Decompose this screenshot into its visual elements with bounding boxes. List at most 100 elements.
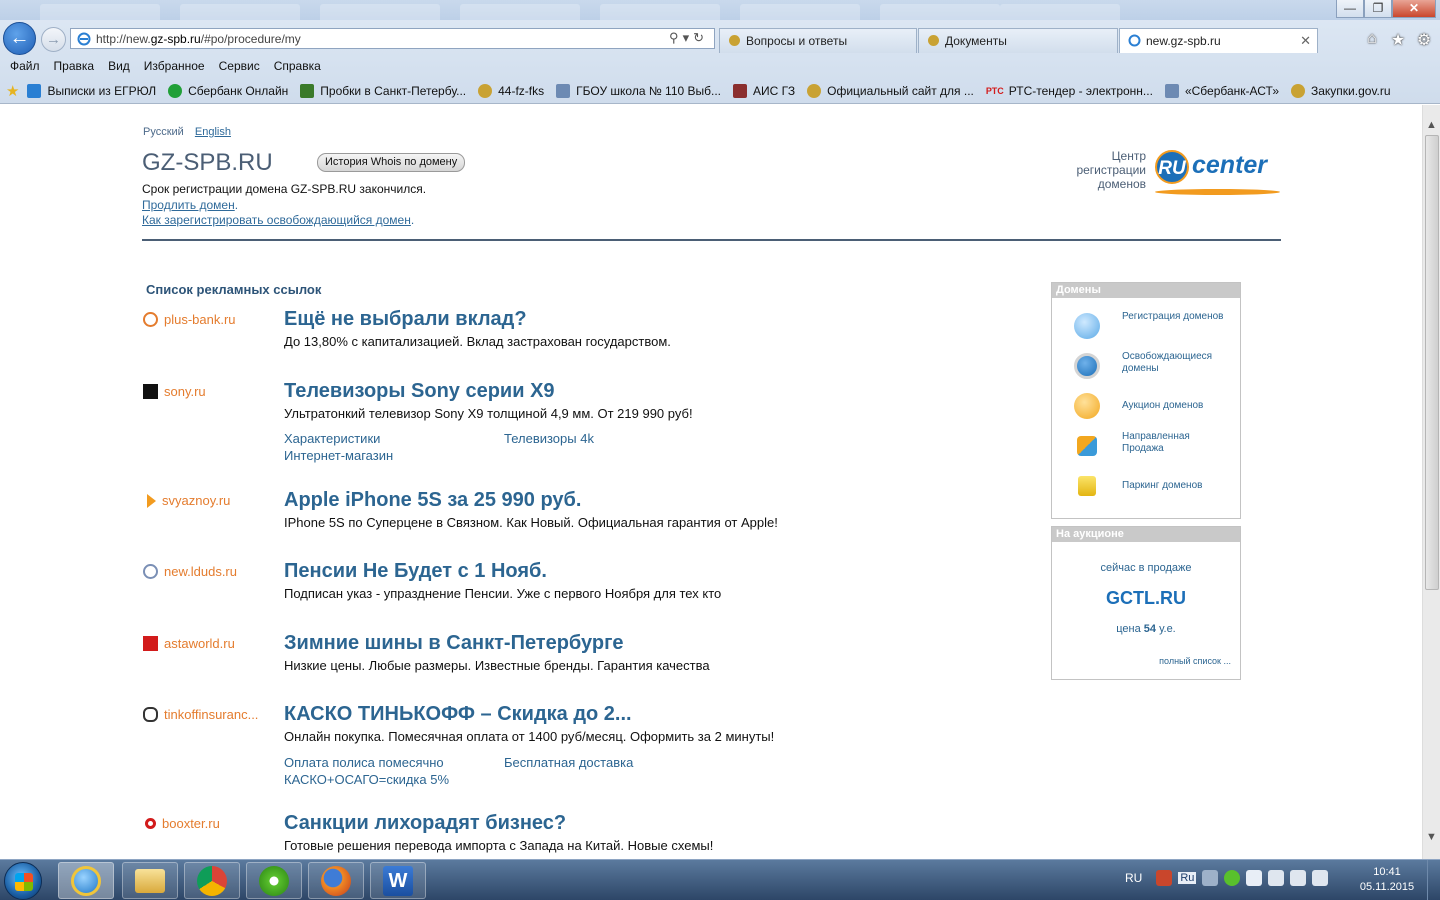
service-releasing-domains[interactable]: Освобождающиеся домены [1064, 351, 1234, 381]
tray-app-icon[interactable] [1202, 870, 1219, 886]
close-window-button[interactable]: ✕ [1392, 0, 1436, 18]
auction-panel-header: На аукционе [1052, 527, 1240, 542]
favorite-sberbank-ast[interactable]: «Сбербанк-АСТ» [1164, 84, 1279, 98]
forward-button[interactable]: → [41, 27, 66, 52]
service-auction[interactable]: Аукцион доменов [1064, 391, 1234, 421]
ad-domain[interactable]: sony.ru [143, 384, 273, 399]
back-button[interactable]: ← [3, 22, 36, 55]
service-registration[interactable]: Регистрация доменов [1064, 311, 1234, 341]
scrollbar-thumb[interactable] [1425, 135, 1439, 590]
scroll-down-icon[interactable]: ▼ [1423, 831, 1440, 843]
close-tab-icon[interactable]: ✕ [1300, 33, 1311, 49]
menu-help[interactable]: Справка [274, 55, 321, 77]
ad-domain[interactable]: tinkoffinsuranc... [143, 707, 273, 722]
start-button[interactable] [4, 862, 42, 900]
tray-icq-icon[interactable] [1224, 870, 1241, 886]
lang-english-link[interactable]: English [195, 126, 231, 138]
add-favorite-star-icon[interactable]: ★ [6, 82, 19, 100]
tab-label: Документы [945, 34, 1007, 48]
ad-domain[interactable]: plus-bank.ru [143, 312, 273, 327]
taskbar-chrome[interactable] [184, 862, 240, 899]
menu-edit[interactable]: Правка [54, 55, 95, 77]
ad-title-link[interactable]: Зимние шины в Санкт-Петербурге [284, 632, 624, 655]
tray-app-icon[interactable] [1156, 870, 1173, 886]
search-icon[interactable]: ⚲ [669, 30, 683, 45]
menu-favorites[interactable]: Избранное [144, 55, 205, 77]
ad-domain[interactable]: booxter.ru [143, 816, 273, 831]
refresh-icon[interactable]: ↻ [693, 30, 708, 45]
register-released-domain-link[interactable]: Как зарегистрировать освобождающийся дом… [142, 213, 411, 227]
action-center-flag-icon[interactable] [1268, 870, 1285, 886]
ad-title-link[interactable]: Пенсии Не Будет с 1 Нояб. [284, 560, 547, 583]
ad-title-link[interactable]: Телевизоры Sony серии X9 [284, 380, 555, 403]
ad-sitelink[interactable]: Характеристики [284, 431, 380, 446]
tray-language-indicator[interactable]: Ru [1178, 872, 1197, 884]
favorite-traffic[interactable]: Пробки в Санкт-Петербу... [300, 84, 466, 98]
ad-sitelink[interactable]: Телевизоры 4k [504, 431, 594, 446]
gear-icon[interactable]: ⚙ [1414, 30, 1434, 50]
renew-domain-link[interactable]: Продлить домен [142, 198, 235, 212]
favorite-egrul[interactable]: Выписки из ЕГРЮЛ [27, 84, 156, 98]
whois-history-button[interactable]: История Whois по домену [317, 153, 466, 172]
favorite-label: Выписки из ЕГРЮЛ [47, 84, 157, 98]
taskbar-explorer[interactable] [122, 862, 178, 899]
address-bar[interactable]: http://new.gz-spb.ru/#po/procedure/my ⚲▾… [70, 28, 715, 49]
ad-sitelink[interactable]: Бесплатная доставка [504, 755, 633, 770]
service-parking[interactable]: Паркинг доменов [1064, 471, 1234, 501]
favorites-star-icon[interactable]: ★ [1388, 30, 1408, 50]
ad-title-link[interactable]: Санкции лихорадят бизнес? [284, 812, 566, 835]
volume-icon[interactable] [1312, 870, 1329, 886]
menu-view[interactable]: Вид [108, 55, 130, 77]
on-sale-label: сейчас в продаже [1100, 562, 1192, 574]
ad-domain[interactable]: new.lduds.ru [143, 564, 273, 579]
favorite-official-site[interactable]: Официальный сайт для ... [807, 84, 974, 98]
background-window-tab [180, 4, 300, 20]
ad-title-link[interactable]: КАСКО ТИНЬКОФФ – Скидка до 2... [284, 703, 632, 726]
auction-domain-link[interactable]: GCTL.RU [1052, 588, 1240, 609]
taskbar-firefox[interactable] [308, 862, 364, 899]
taskbar-word[interactable]: W [370, 862, 426, 899]
rucenter-logo[interactable]: Центр регистрации доменов RU center [1062, 147, 1284, 207]
maximize-button[interactable]: ❐ [1364, 0, 1392, 18]
minimize-button[interactable]: — [1336, 0, 1364, 18]
internet-explorer-icon [71, 865, 101, 896]
address-url[interactable]: http://new.gz-spb.ru/#po/procedure/my [96, 32, 301, 46]
favorite-ais[interactable]: АИС ГЗ [733, 84, 795, 98]
favorite-label: 44-fz-fks [498, 84, 545, 98]
favorite-44fz[interactable]: 44-fz-fks [478, 84, 544, 98]
ad-sitelink[interactable]: Оплата полиса помесячно [284, 755, 444, 770]
tab-questions[interactable]: Вопросы и ответы [719, 28, 917, 53]
chevron-down-icon[interactable]: ▾ [683, 30, 694, 45]
firefox-icon [321, 865, 351, 896]
ad-title-link[interactable]: Ещё не выбрали вклад? [284, 308, 527, 331]
full-list-link[interactable]: полный список ... [1159, 656, 1231, 666]
favorite-sberbank[interactable]: Сбербанк Онлайн [168, 84, 288, 98]
favorite-zakupki[interactable]: Закупки.gov.ru [1291, 84, 1391, 98]
menu-tools[interactable]: Сервис [219, 55, 260, 77]
menu-file[interactable]: Файл [10, 55, 40, 77]
show-desktop-button[interactable] [1427, 860, 1440, 900]
scroll-up-icon[interactable]: ▲ [1423, 119, 1440, 131]
ad-sitelink[interactable]: КАСКО+ОСАГО=скидка 5% [284, 772, 449, 787]
globe-icon [143, 564, 158, 579]
network-icon[interactable] [1290, 870, 1307, 886]
ad-domain[interactable]: svyaznoy.ru [143, 493, 273, 508]
clock[interactable]: 10:41 05.11.2015 [1356, 865, 1418, 895]
tab-documents[interactable]: Документы [918, 28, 1118, 53]
taskbar-ie[interactable] [58, 862, 114, 899]
tab-active-site[interactable]: new.gz-spb.ru ✕ [1119, 28, 1318, 53]
ad-domain[interactable]: astaworld.ru [143, 636, 273, 651]
ad-sitelink[interactable]: Интернет-магазин [284, 448, 393, 463]
logo-swoosh [1155, 189, 1280, 195]
favorite-rts[interactable]: РТС РТС-тендер - электронн... [986, 84, 1153, 98]
vertical-scrollbar[interactable]: ▲ ▼ [1422, 105, 1440, 859]
taskbar-icq[interactable] [246, 862, 302, 899]
input-language[interactable]: RU [1125, 871, 1142, 885]
home-icon[interactable]: ⌂ [1362, 30, 1382, 50]
favorite-school[interactable]: ГБОУ школа № 110 Выб... [556, 84, 721, 98]
tray-windows-icon[interactable] [1246, 870, 1263, 886]
address-tools[interactable]: ⚲▾↻ [669, 30, 708, 46]
service-direct-sale[interactable]: Направленная Продажа [1064, 431, 1234, 461]
lang-russian[interactable]: Русский [143, 126, 184, 138]
ad-title-link[interactable]: Apple iPhone 5S за 25 990 руб. [284, 489, 581, 512]
